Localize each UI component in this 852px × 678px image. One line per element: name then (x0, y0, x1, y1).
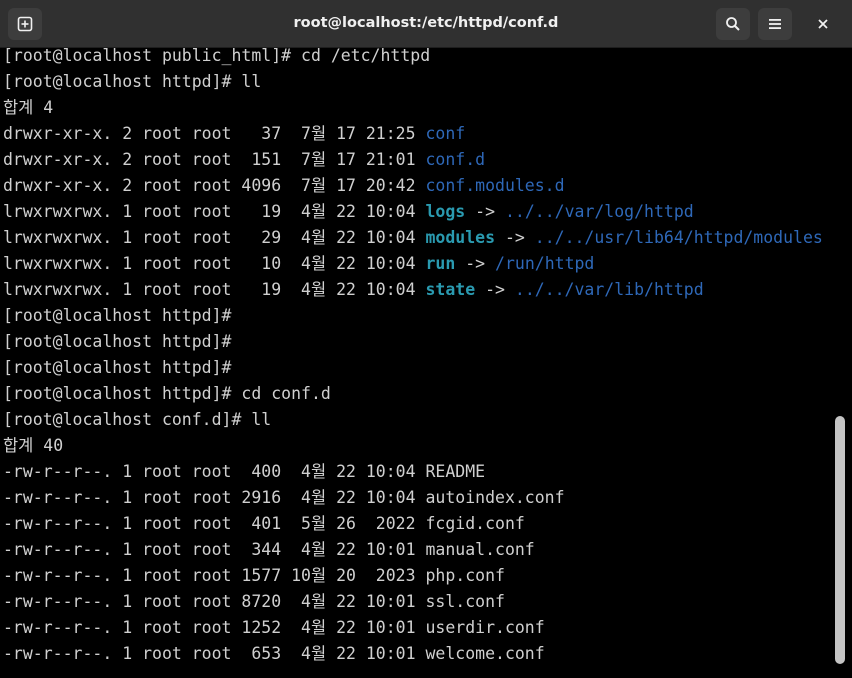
terminal-text: -rw-r--r--. 1 root root 344 4월 22 10:01 … (3, 540, 535, 559)
terminal-text: -> (495, 228, 535, 247)
terminal-text: lrwxrwxrwx. 1 root root 10 4월 22 10:04 (3, 254, 426, 273)
terminal-line: -rw-r--r--. 1 root root 344 4월 22 10:01 … (3, 537, 535, 563)
terminal-text: -rw-r--r--. 1 root root 8720 4월 22 10:01… (3, 592, 505, 611)
terminal-line: -rw-r--r--. 1 root root 400 4월 22 10:04 … (3, 459, 485, 485)
directory-name: conf.d (425, 150, 486, 169)
directory-name: conf (425, 124, 466, 143)
symlink-name: modules (425, 228, 496, 247)
terminal-text: drwxr-xr-x. 2 root root 151 7월 17 21:01 (3, 150, 426, 169)
terminal-line: [root@localhost public_html]# cd /etc/ht… (3, 48, 430, 69)
symlink-name: logs (425, 202, 466, 221)
symlink-target: ../../var/log/httpd (504, 202, 694, 221)
menu-button[interactable] (758, 8, 792, 40)
terminal-line: [root@localhost httpd]# (3, 355, 231, 381)
terminal-line: lrwxrwxrwx. 1 root root 19 4월 22 10:04 s… (3, 277, 704, 303)
terminal-text: -> (465, 202, 505, 221)
terminal-text: [root@localhost httpd]# (3, 358, 232, 377)
symlink-name: state (425, 280, 476, 299)
terminal-line: -rw-r--r--. 1 root root 401 5월 26 2022 f… (3, 511, 525, 537)
terminal-text: -rw-r--r--. 1 root root 1252 4월 22 10:01… (3, 618, 545, 637)
directory-name: conf.modules.d (425, 176, 565, 195)
terminal-text: 합계 40 (3, 436, 64, 455)
terminal-text: [root@localhost conf.d]# ll (3, 410, 272, 429)
terminal-line: drwxr-xr-x. 2 root root 4096 7월 17 20:42… (3, 173, 565, 199)
terminal-line: [root@localhost httpd]# ll (3, 69, 261, 95)
close-icon (818, 19, 828, 29)
terminal-text: -rw-r--r--. 1 root root 400 4월 22 10:04 … (3, 462, 486, 481)
terminal-line: lrwxrwxrwx. 1 root root 19 4월 22 10:04 l… (3, 199, 694, 225)
terminal-text: -rw-r--r--. 1 root root 1577 10월 20 2023… (3, 566, 505, 585)
hamburger-menu-icon (769, 19, 781, 29)
terminal-line: lrwxrwxrwx. 1 root root 29 4월 22 10:04 m… (3, 225, 823, 251)
terminal-text: [root@localhost public_html]# cd /etc/ht… (3, 48, 431, 65)
terminal-line: drwxr-xr-x. 2 root root 151 7월 17 21:01 … (3, 147, 485, 173)
terminal-window: root@localhost:/etc/httpd/conf.d [root@l… (0, 0, 852, 678)
symlink-target: ../../var/lib/httpd (514, 280, 704, 299)
terminal-text: [root@localhost httpd]# (3, 332, 232, 351)
terminal-line: drwxr-xr-x. 2 root root 37 7월 17 21:25 c… (3, 121, 465, 147)
terminal-text: drwxr-xr-x. 2 root root 37 7월 17 21:25 (3, 124, 426, 143)
terminal-line: 합계 40 (3, 433, 63, 459)
terminal-text: drwxr-xr-x. 2 root root 4096 7월 17 20:42 (3, 176, 426, 195)
terminal-text: lrwxrwxrwx. 1 root root 19 4월 22 10:04 (3, 280, 426, 299)
terminal-line: [root@localhost httpd]# (3, 303, 231, 329)
terminal-line: lrwxrwxrwx. 1 root root 10 4월 22 10:04 r… (3, 251, 594, 277)
search-button[interactable] (716, 8, 750, 40)
terminal-line: -rw-r--r--. 1 root root 8720 4월 22 10:01… (3, 589, 505, 615)
new-tab-icon (17, 16, 33, 32)
terminal-text: lrwxrwxrwx. 1 root root 19 4월 22 10:04 (3, 202, 426, 221)
new-tab-button[interactable] (8, 8, 42, 40)
terminal-text: -rw-r--r--. 1 root root 653 4월 22 10:01 … (3, 644, 545, 663)
terminal-output[interactable]: [root@localhost public_html]# cd /etc/ht… (0, 48, 832, 678)
terminal-line: [root@localhost conf.d]# ll (3, 407, 271, 433)
terminal-text: lrwxrwxrwx. 1 root root 29 4월 22 10:04 (3, 228, 426, 247)
terminal-text: [root@localhost httpd]# (3, 306, 232, 325)
terminal-line: -rw-r--r--. 1 root root 1252 4월 22 10:01… (3, 615, 545, 641)
terminal-line: 합계 4 (3, 95, 53, 121)
terminal-text: -rw-r--r--. 1 root root 401 5월 26 2022 f… (3, 514, 525, 533)
terminal-text: -> (475, 280, 515, 299)
terminal-line: [root@localhost httpd]# (3, 329, 231, 355)
symlink-target: ../../usr/lib64/httpd/modules (534, 228, 823, 247)
terminal-line: -rw-r--r--. 1 root root 1577 10월 20 2023… (3, 563, 505, 589)
terminal-line: -rw-r--r--. 1 root root 653 4월 22 10:01 … (3, 641, 545, 667)
symlink-name: run (425, 254, 456, 273)
terminal-line: [root@localhost httpd]# cd conf.d (3, 381, 331, 407)
title-bar: root@localhost:/etc/httpd/conf.d (0, 0, 852, 48)
symlink-target: /run/httpd (495, 254, 595, 273)
terminal-text: 합계 4 (3, 98, 54, 117)
terminal-text: [root@localhost httpd]# cd conf.d (3, 384, 331, 403)
close-button[interactable] (806, 8, 840, 40)
scrollbar-thumb[interactable] (835, 416, 845, 664)
search-icon (726, 17, 740, 31)
terminal-line: -rw-r--r--. 1 root root 2916 4월 22 10:04… (3, 485, 565, 511)
terminal-text: -rw-r--r--. 1 root root 2916 4월 22 10:04… (3, 488, 565, 507)
terminal-text: -> (455, 254, 496, 273)
terminal-text: [root@localhost httpd]# ll (3, 72, 262, 91)
